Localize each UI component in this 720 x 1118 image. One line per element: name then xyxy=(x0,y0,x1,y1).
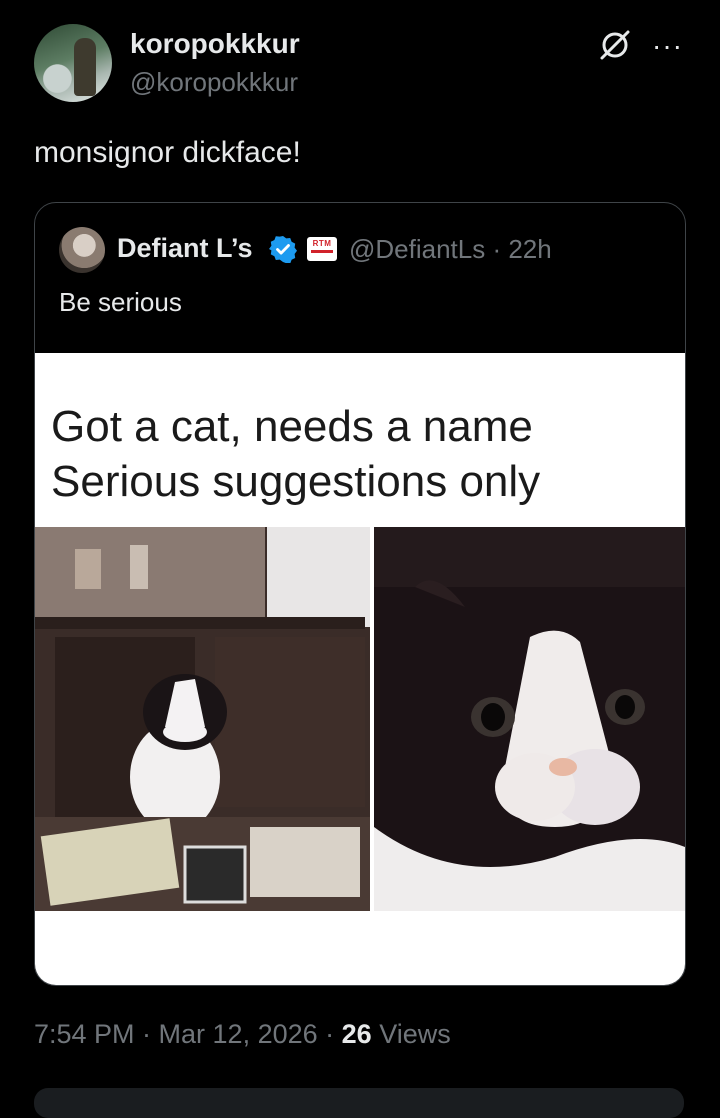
quoted-tweet-card[interactable]: Defiant L’s RTM @DefiantLs · 22h Be seri… xyxy=(34,202,686,986)
tweet-timestamp[interactable]: 7:54 PM · Mar 12, 2026 · xyxy=(34,1019,342,1049)
cat-photo xyxy=(35,527,685,911)
meme-caption: Got a cat, needs a name Serious suggesti… xyxy=(51,399,540,509)
quoted-handle-time: @DefiantLs · 22h xyxy=(349,234,552,264)
views-count: 26 xyxy=(341,1019,372,1049)
meme-caption-line2: Serious suggestions only xyxy=(51,457,541,506)
tweet-text: monsignor dickface! xyxy=(34,136,301,169)
author-display-name[interactable]: koropokkkur xyxy=(130,28,300,60)
quoted-author-avatar[interactable] xyxy=(59,227,105,273)
quoted-media[interactable]: Got a cat, needs a name Serious suggesti… xyxy=(35,353,685,985)
affiliate-badge[interactable]: RTM xyxy=(307,237,337,261)
tweet-meta: 7:54 PM · Mar 12, 2026 · 26 Views xyxy=(34,1019,451,1050)
meme-caption-line1: Got a cat, needs a name xyxy=(51,402,533,451)
more-options-icon[interactable]: ··· xyxy=(652,30,683,62)
author-handle[interactable]: @koropokkkur xyxy=(130,67,298,98)
quoted-tweet-text: Be serious xyxy=(59,287,182,317)
affiliate-badge-label: RTM xyxy=(312,239,332,248)
reply-composer[interactable] xyxy=(34,1088,684,1118)
author-avatar[interactable] xyxy=(34,24,112,102)
verified-badge-icon xyxy=(269,236,297,263)
grok-icon[interactable] xyxy=(598,28,632,62)
quoted-display-name[interactable]: Defiant L’s xyxy=(117,233,253,264)
views-label: Views xyxy=(371,1019,451,1049)
